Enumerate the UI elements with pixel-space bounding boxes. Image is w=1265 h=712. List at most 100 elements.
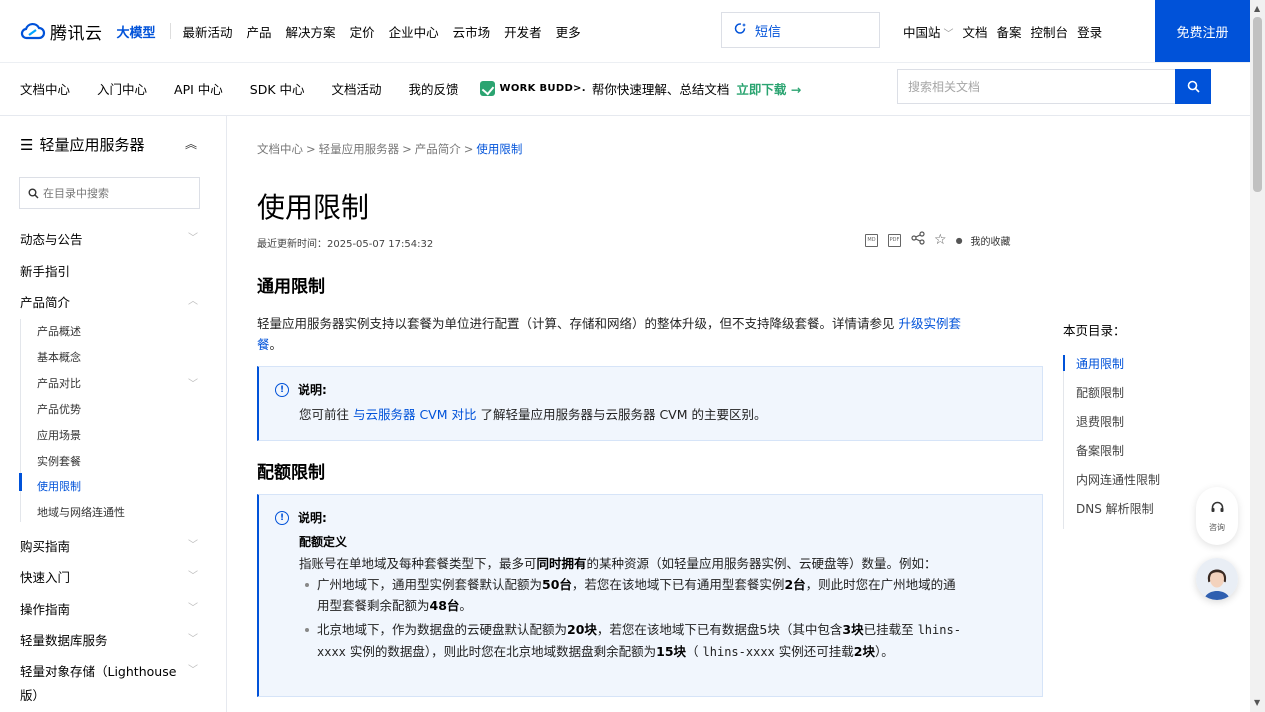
sidebar-search-input[interactable] — [43, 186, 193, 200]
text: 的某种资源（如轻量应用服务器实例、云硬盘等）数量。例如： — [586, 556, 937, 571]
sidebar-subitem-scenarios[interactable]: 应用场景 — [37, 427, 200, 443]
section-heading-quota-limits: 配额限制 — [257, 463, 325, 483]
toc-list: 通用限制 配额限制 退费限制 备案限制 内网连通性限制 DNS 解析限制 — [1063, 355, 1203, 529]
toc-item-general-limits[interactable]: 通用限制 — [1076, 355, 1203, 384]
text-bold: 同时拥有 — [536, 556, 587, 571]
nav-pricing[interactable]: 定价 — [350, 22, 375, 41]
nav-filing[interactable]: 备案 — [997, 22, 1022, 41]
register-button[interactable]: 免费注册 — [1155, 0, 1250, 62]
breadcrumb-doc-center[interactable]: 文档中心 — [257, 142, 303, 156]
nav-docs[interactable]: 文档 — [963, 22, 988, 41]
subnav-getting-started[interactable]: 入门中心 — [97, 79, 147, 98]
sidebar-title-text: 轻量应用服务器 — [39, 136, 145, 154]
toc-item-quota-limits[interactable]: 配额限制 — [1076, 384, 1203, 413]
sidebar-item-purchase-guide[interactable]: 购买指南 ﹀ — [20, 536, 200, 555]
note-text: 您可前往 — [299, 407, 353, 422]
subnav-my-feedback[interactable]: 我的反馈 — [409, 79, 459, 98]
sidebar-search — [19, 177, 200, 209]
region-label: 中国站 — [903, 24, 941, 40]
quota-definition-text: 指账号在单地域及每种套餐类型下，最多可同时拥有的某种资源（如轻量应用服务器实例、… — [299, 553, 1019, 574]
sidebar-item-label: 快速入门 — [20, 570, 71, 585]
subnav-api-center[interactable]: API 中心 — [174, 79, 223, 98]
breadcrumb-lighthouse[interactable]: 轻量应用服务器 — [319, 142, 400, 156]
section-heading-general-limits: 通用限制 — [257, 277, 325, 297]
toc-item-refund-limits[interactable]: 退费限制 — [1076, 413, 1203, 442]
page-scrollbar[interactable]: ▲ ▼ — [1250, 0, 1265, 712]
ai-search-icon — [734, 22, 747, 39]
sidebar-item-lightweight-db[interactable]: 轻量数据库服务 ﹀ — [20, 630, 200, 649]
nav-bigmodel[interactable]: 大模型 — [117, 22, 156, 41]
scroll-down-arrow-icon[interactable]: ▼ — [1254, 698, 1260, 707]
text: 指账号在单地域及每种套餐类型下，最多可 — [299, 556, 537, 571]
consult-label: 咨询 — [1209, 522, 1225, 532]
sidebar-item-product-intro[interactable]: 产品简介 ︿ — [20, 292, 200, 311]
doc-search-button[interactable] — [1175, 69, 1211, 104]
sidebar-subitem-regions-network[interactable]: 地域与网络连通性 — [37, 504, 200, 520]
region-selector[interactable]: 中国站 ﹀ — [903, 22, 954, 41]
my-favorites-link[interactable]: 我的收藏 — [971, 233, 1011, 248]
scroll-up-arrow-icon[interactable]: ▲ — [1254, 4, 1260, 13]
top-navbar: 腾讯云 大模型 最新活动 产品 解决方案 定价 企业中心 云市场 开发者 更多 … — [0, 0, 1250, 62]
sidebar-item-news[interactable]: 动态与公告 ﹀ — [20, 229, 200, 248]
sidebar-item-beginner-guide[interactable]: 新手指引 — [20, 261, 200, 280]
code-inline: lhins-xxxx — [702, 645, 775, 659]
nav-products[interactable]: 产品 — [247, 22, 272, 41]
top-search-text: 短信 — [755, 24, 782, 40]
text: ，若您在该地域下已有通用型套餐实例 — [571, 577, 785, 592]
subnav-doc-activity[interactable]: 文档活动 — [332, 79, 382, 98]
sidebar-subitem-concepts[interactable]: 基本概念 — [37, 349, 200, 365]
nav-login[interactable]: 登录 — [1077, 22, 1102, 41]
sidebar-subitem-advantages[interactable]: 产品优势 — [37, 401, 200, 417]
sidebar-subitem-bundles[interactable]: 实例套餐 — [37, 453, 200, 469]
scrollbar-thumb[interactable] — [1253, 17, 1262, 192]
sidebar-title: ☰ 轻量应用服务器 — [20, 134, 144, 155]
cvm-compare-link[interactable]: 与云服务器 CVM 对比 — [353, 407, 477, 422]
breadcrumb-current: 使用限制 — [476, 142, 523, 156]
chevron-down-icon: ﹀ — [188, 571, 198, 582]
doc-toolbar: MD PDF ☆ ● 我的收藏 — [865, 231, 1011, 249]
page-toc: 本页目录： 通用限制 配额限制 退费限制 备案限制 内网连通性限制 DNS 解析… — [1063, 320, 1203, 529]
menu-icon[interactable]: ☰ — [20, 136, 33, 154]
nav-latest-activity[interactable]: 最新活动 — [183, 22, 233, 41]
sidebar-item-quick-start[interactable]: 快速入门 ﹀ — [20, 567, 200, 586]
nav-more[interactable]: 更多 — [556, 22, 581, 41]
breadcrumb-product-intro[interactable]: 产品简介 — [415, 142, 461, 156]
sidebar-item-operation-guide[interactable]: 操作指南 ﹀ — [20, 599, 200, 618]
sidebar-item-object-storage-cont[interactable]: 版） — [20, 685, 200, 704]
doc-search-box — [897, 69, 1211, 104]
share-icon[interactable] — [911, 231, 925, 249]
assistant-avatar[interactable] — [1196, 558, 1238, 600]
star-icon[interactable]: ☆ — [934, 232, 947, 248]
logo[interactable]: 腾讯云 — [20, 19, 103, 44]
toc-item-dns-limits[interactable]: DNS 解析限制 — [1076, 500, 1203, 529]
sidebar-subitem-overview[interactable]: 产品概述 — [37, 323, 200, 339]
sidebar-item-object-storage[interactable]: 轻量对象存储（Lighthouse ﹀ — [20, 661, 200, 680]
subnav-doc-center[interactable]: 文档中心 — [20, 79, 70, 98]
sidebar-active-indicator — [19, 473, 22, 491]
text: ，若您在该地域下已有数据盘5块（其中包含 — [596, 622, 843, 637]
workbuddy-promo[interactable]: WORK BUDD>. 帮你快速理解、总结文档 立即下载 → — [479, 79, 801, 98]
toc-item-intranet-limits[interactable]: 内网连通性限制 — [1076, 471, 1203, 500]
collapse-icon[interactable]: ︽ — [185, 135, 197, 152]
markdown-download-icon[interactable]: MD — [865, 233, 878, 247]
workbuddy-logo-icon — [479, 81, 495, 96]
text: 已挂载至 — [863, 622, 918, 637]
sidebar-subitem-comparison[interactable]: 产品对比 ﹀ — [37, 375, 200, 391]
nav-console[interactable]: 控制台 — [1031, 22, 1069, 41]
subnav-sdk-center[interactable]: SDK 中心 — [250, 79, 305, 98]
top-search-box[interactable]: 短信 — [721, 12, 880, 48]
workbuddy-download-link[interactable]: 立即下载 → — [736, 79, 801, 98]
nav-solutions[interactable]: 解决方案 — [286, 22, 336, 41]
workbuddy-desc: 帮你快速理解、总结文档 — [591, 82, 730, 97]
nav-developers[interactable]: 开发者 — [504, 22, 542, 41]
sidebar-subitem-usage-limits[interactable]: 使用限制 — [37, 478, 200, 494]
toc-item-filing-limits[interactable]: 备案限制 — [1076, 442, 1203, 471]
note-header: ! 说明: — [275, 381, 327, 398]
consult-button[interactable]: 咨询 — [1196, 487, 1238, 545]
pdf-download-icon[interactable]: PDF — [888, 233, 901, 247]
general-limits-paragraph: 轻量应用服务器实例支持以套餐为单位进行配置（计算、存储和网络）的整体升级，但不支… — [257, 313, 1047, 355]
note-box-cvm-compare: ! 说明: 您可前往 与云服务器 CVM 对比 了解轻量应用服务器与云服务器 C… — [257, 366, 1043, 441]
doc-search-input[interactable] — [898, 70, 1168, 103]
nav-enterprise[interactable]: 企业中心 — [389, 22, 439, 41]
nav-marketplace[interactable]: 云市场 — [453, 22, 491, 41]
